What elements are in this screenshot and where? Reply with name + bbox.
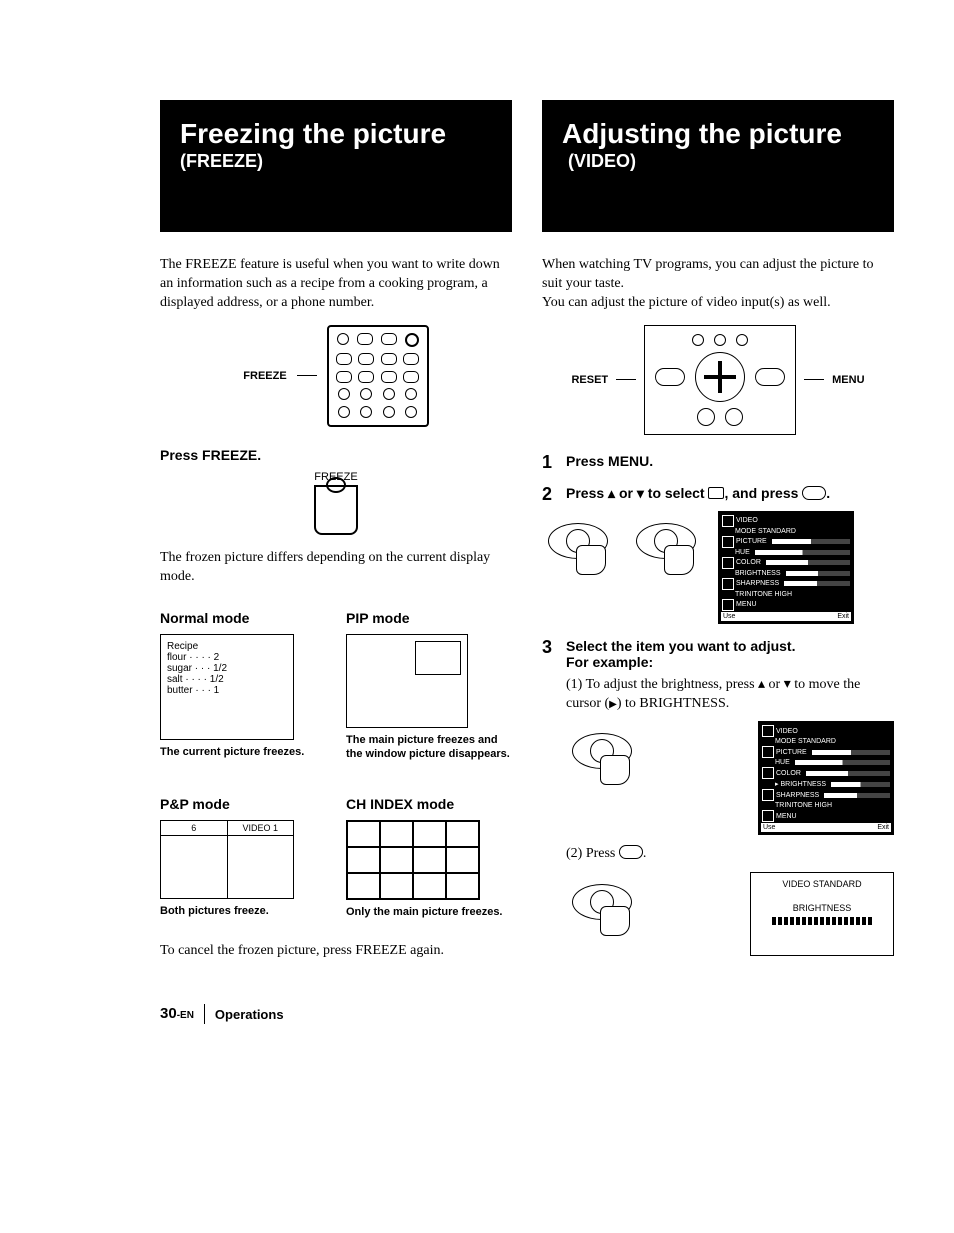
page-lang: -EN [177, 1010, 194, 1021]
pnp-mode-screen: 6 VIDEO 1 [160, 820, 294, 899]
normal-mode-screen: Recipe flour · · · · 2 sugar · · · 1/2 s… [160, 634, 294, 740]
arrow-down-icon [637, 485, 644, 501]
step-2: 2 Press or to select , and press . [542, 485, 894, 503]
step-3-2: (2) Press . [542, 845, 894, 864]
reset-label: RESET [571, 374, 608, 386]
chindex-mode-screen [346, 820, 480, 900]
pip-mode-label: PIP mode [346, 610, 512, 626]
adjust-title-box: Adjusting the picture (VIDEO) [542, 100, 894, 232]
video-menu-screen: VIDEO MODE STANDARD PICTURE HUE COLOR BR… [718, 511, 854, 624]
arrow-right-icon [609, 696, 617, 711]
pnp-mode-caption: Both pictures freeze. [160, 905, 326, 919]
chindex-mode-caption: Only the main picture freezes. [346, 906, 512, 920]
adjust-intro-1: When watching TV programs, you can adjus… [542, 256, 894, 294]
step-1: 1 Press MENU. [542, 453, 894, 471]
recipe-title: Recipe [167, 641, 287, 652]
recipe-line-1: flour · · · · 2 [167, 652, 287, 663]
step-2-number: 2 [542, 485, 558, 503]
video-menu-icon [708, 487, 724, 499]
cancel-note: To cancel the frozen picture, press FREE… [160, 942, 512, 961]
frozen-note: The frozen picture differs depending on … [160, 549, 512, 587]
dpad-icon [695, 352, 745, 402]
controls-illustration: RESET MENU [542, 325, 894, 435]
adjust-line-2: BRIGHTNESS [757, 903, 887, 913]
pip-mode-screen [346, 634, 468, 728]
arrow-down-icon [784, 677, 791, 692]
press-freeze-heading: Press FREEZE. [160, 447, 512, 463]
video-menu-screen-2: VIDEO MODE STANDARD PICTURE HUE COLOR ▸B… [758, 721, 894, 835]
adjust-subtitle: (VIDEO) [568, 151, 636, 171]
step-3-text-a: Select the item you want to adjust. [566, 638, 795, 654]
remote-freeze-label: FREEZE [243, 370, 286, 382]
adjust-title: Adjusting the picture [562, 118, 842, 149]
normal-mode-label: Normal mode [160, 610, 326, 626]
pnp-mode-label: P&P mode [160, 796, 326, 812]
menu-label: MENU [832, 374, 864, 386]
step-3: 3 Select the item you want to adjust. Fo… [542, 638, 894, 670]
section-name: Operations [215, 1007, 284, 1022]
arrow-up-icon [758, 677, 765, 692]
recipe-line-4: butter · · · 1 [167, 685, 287, 696]
page-number: 30 [160, 1005, 177, 1022]
remote-icon [327, 325, 429, 427]
brightness-screen: VIDEO STANDARD BRIGHTNESS [750, 872, 894, 956]
joystick-icon [566, 721, 636, 785]
joystick-press-icon [566, 872, 636, 936]
normal-mode-caption: The current picture freezes. [160, 746, 326, 760]
pnp-tab-1: 6 [161, 821, 228, 835]
step-1-text: Press MENU. [566, 453, 653, 471]
press-icon [314, 485, 358, 535]
step-2-text: Press or to select , and press . [566, 485, 830, 503]
adjust-line-1: VIDEO STANDARD [757, 879, 887, 889]
page-footer: 30-EN Operations [160, 1004, 894, 1024]
adjust-intro-2: You can adjust the picture of video inpu… [542, 294, 894, 313]
step-3-text-b: For example: [566, 654, 795, 670]
enter-button-icon [619, 845, 643, 859]
step-3-2-illustration: VIDEO STANDARD BRIGHTNESS [542, 872, 894, 956]
joystick-updown-icon [542, 511, 612, 575]
step-1-number: 1 [542, 453, 558, 471]
recipe-line-2: sugar · · · 1/2 [167, 663, 287, 674]
pnp-tab-2: VIDEO 1 [228, 821, 294, 835]
chindex-mode-label: CH INDEX mode [346, 796, 512, 812]
freeze-subtitle: (FREEZE) [180, 151, 492, 172]
brightness-bar-icon [772, 917, 872, 925]
freeze-title-box: Freezing the picture (FREEZE) [160, 100, 512, 232]
freeze-title: Freezing the picture [180, 116, 492, 151]
remote-illustration: FREEZE [160, 325, 512, 427]
recipe-line-3: salt · · · · 1/2 [167, 674, 287, 685]
joystick-press-icon [630, 511, 700, 575]
step-3-1: (1) To adjust the brightness, press or t… [542, 676, 894, 714]
freeze-button-illustration: FREEZE [160, 471, 512, 535]
step-3-number: 3 [542, 638, 558, 670]
freeze-intro: The FREEZE feature is useful when you wa… [160, 256, 512, 313]
pip-mode-caption: The main picture freezes and the window … [346, 734, 512, 762]
pip-window-icon [415, 641, 461, 675]
controls-box-icon [644, 325, 796, 435]
step-3-1-illustration: VIDEO MODE STANDARD PICTURE HUE COLOR ▸B… [542, 721, 894, 835]
enter-button-icon [802, 486, 826, 500]
step-2-illustration: VIDEO MODE STANDARD PICTURE HUE COLOR BR… [542, 511, 894, 624]
